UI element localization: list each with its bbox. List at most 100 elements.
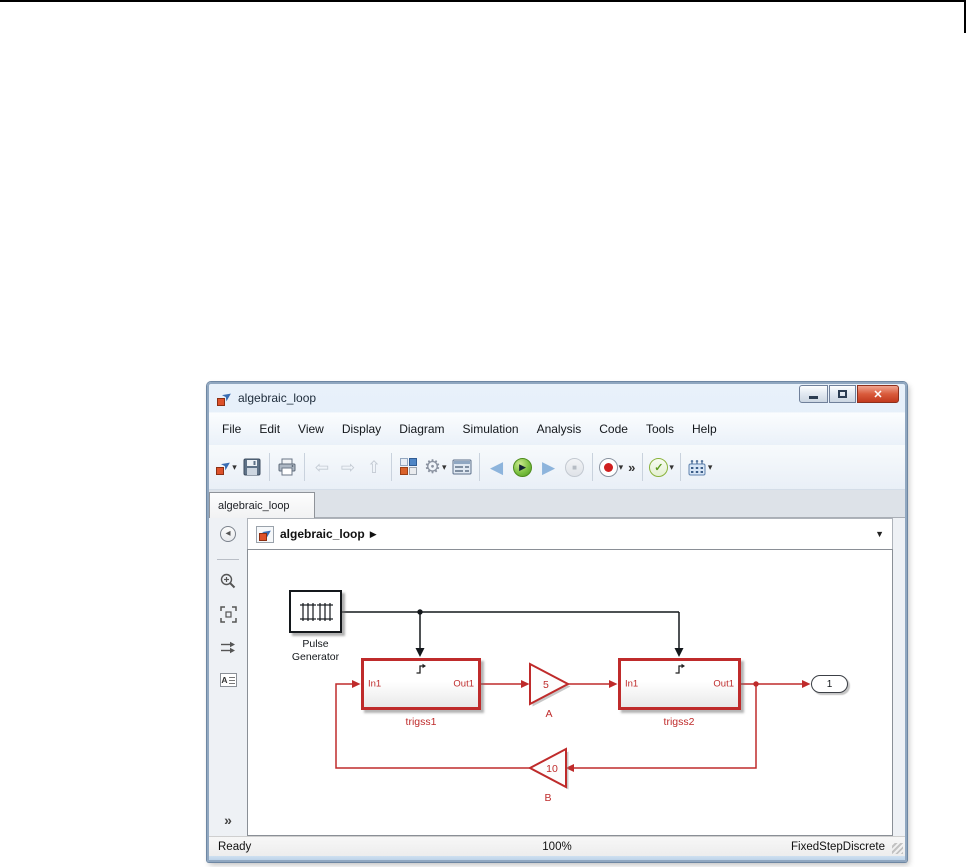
trigss2-label[interactable]: trigss2 xyxy=(639,716,719,729)
menu-tools[interactable]: Tools xyxy=(637,418,683,440)
tab-label: algebraic_loop xyxy=(218,499,290,512)
model-configuration-button[interactable] xyxy=(449,452,475,482)
status-bar: Ready 100% FixedStepDiscrete xyxy=(209,836,905,856)
trigss2-in1-port: In1 xyxy=(625,678,639,690)
menu-help[interactable]: Help xyxy=(683,418,726,440)
menu-file[interactable]: File xyxy=(213,418,250,440)
stop-button[interactable]: ■ xyxy=(562,452,588,482)
step-back-button[interactable]: ◀ xyxy=(484,452,510,482)
step-forward-button[interactable]: ▶ xyxy=(536,452,562,482)
pulse-generator-block[interactable] xyxy=(289,590,342,633)
configuration-table-icon xyxy=(452,459,472,475)
arrowhead-trigger1 xyxy=(415,648,425,657)
minimize-icon xyxy=(809,396,818,399)
maximize-icon xyxy=(838,390,847,398)
menu-code[interactable]: Code xyxy=(590,418,637,440)
annotation-button[interactable]: A xyxy=(215,667,241,693)
breadcrumb-left-cell: ◂ xyxy=(209,518,247,549)
breadcrumb-dropdown-icon[interactable]: ▼ xyxy=(875,529,884,539)
main-area: A » 5 10 Pulse Generator In1 Out1 trigss… xyxy=(209,549,905,836)
menu-simulation[interactable]: Simulation xyxy=(454,418,528,440)
tab-algebraic-loop[interactable]: algebraic_loop xyxy=(209,492,315,518)
menu-view[interactable]: View xyxy=(289,418,333,440)
gain-a-block[interactable]: 5 xyxy=(529,662,571,707)
gain-a-value: 5 xyxy=(543,679,549,691)
run-button[interactable]: ▶ xyxy=(510,452,536,482)
pulse-waveform-icon xyxy=(299,602,333,621)
breadcrumb[interactable]: ➤ algebraic_loop ▶ ▼ xyxy=(247,518,893,549)
outport-1-block[interactable]: 1 xyxy=(811,675,848,693)
forward-button[interactable]: ⇨ xyxy=(335,452,361,482)
schedule-caret-icon[interactable]: ▾ xyxy=(708,462,713,473)
annotation-icon: A xyxy=(219,673,237,687)
model-settings-caret-icon[interactable]: ▾ xyxy=(442,462,447,473)
library-browser-button[interactable] xyxy=(396,452,422,482)
zoom-in-button[interactable] xyxy=(215,568,241,594)
fit-to-view-button[interactable] xyxy=(215,601,241,627)
gain-b-label[interactable]: B xyxy=(528,792,568,805)
diagram-wires: 5 10 xyxy=(335,609,811,790)
diagram-canvas[interactable]: 5 10 Pulse Generator In1 Out1 trigss1 In… xyxy=(247,549,893,836)
menu-analysis[interactable]: Analysis xyxy=(528,418,591,440)
gain-b-block[interactable]: 10 xyxy=(527,747,569,790)
wire-branch-dot-pulse xyxy=(417,609,423,615)
palette-more-button[interactable]: » xyxy=(209,812,247,828)
resize-grip[interactable] xyxy=(892,843,903,854)
menu-display[interactable]: Display xyxy=(333,418,390,440)
run-icon: ▶ xyxy=(513,457,533,477)
save-button[interactable] xyxy=(239,452,265,482)
update-diagram-caret-icon[interactable]: ▾ xyxy=(669,462,674,473)
page-border-top xyxy=(0,0,966,2)
breadcrumb-model-name[interactable]: algebraic_loop xyxy=(280,527,365,541)
gain-a-label[interactable]: A xyxy=(529,708,569,721)
trigss1-label[interactable]: trigss1 xyxy=(381,716,461,729)
simulink-window: ➤ algebraic_loop ✕ File Edit View Displa… xyxy=(207,382,907,862)
breadcrumb-row: ◂ ➤ algebraic_loop ▶ ▼ xyxy=(209,518,905,549)
toolbar-overflow-chevron[interactable]: » xyxy=(628,460,635,475)
maximize-button[interactable] xyxy=(829,385,856,403)
arrowhead-trigger2 xyxy=(674,648,684,657)
trigss2-block[interactable]: In1 Out1 xyxy=(618,658,741,710)
step-forward-icon: ▶ xyxy=(542,457,556,477)
schedule-editor-button[interactable]: ▾ xyxy=(685,452,715,482)
new-model-icon: ➤ xyxy=(216,455,235,475)
print-button[interactable] xyxy=(274,452,300,482)
zoom-in-icon xyxy=(220,573,236,589)
schedule-grid-icon xyxy=(688,459,706,475)
back-icon: ⇦ xyxy=(314,457,330,477)
record-icon xyxy=(598,457,618,477)
trigger-port-icon xyxy=(673,662,686,680)
signal-routing-button[interactable] xyxy=(215,634,241,660)
menu-edit[interactable]: Edit xyxy=(250,418,289,440)
update-diagram-button[interactable]: ✓ ▾ xyxy=(647,452,676,482)
title-bar[interactable]: ➤ algebraic_loop ✕ xyxy=(209,384,905,412)
print-icon xyxy=(278,458,296,476)
explorer-bar-toggle[interactable]: ◂ xyxy=(220,525,236,542)
status-state: Ready xyxy=(218,840,252,853)
menu-bar: File Edit View Display Diagram Simulatio… xyxy=(209,412,905,445)
back-button[interactable]: ⇦ xyxy=(309,452,335,482)
trigss2-out1-port: Out1 xyxy=(713,678,734,690)
record-button[interactable]: ▾ xyxy=(597,452,626,482)
forward-icon: ⇨ xyxy=(340,457,356,477)
up-to-parent-button[interactable]: ⇧ xyxy=(361,452,387,482)
model-settings-button[interactable]: ⚙ ▾ xyxy=(422,452,449,482)
pulse-generator-label[interactable]: Pulse Generator xyxy=(268,638,363,663)
toolbar: ➤ ▾ ⇦ ⇨ ⇧ ⚙ ▾ ◀ ▶ ▶ ■ ▾ » ✓ ▾ ▾ xyxy=(209,445,905,490)
arrowhead-outport-in xyxy=(802,680,811,688)
minimize-button[interactable] xyxy=(799,385,828,403)
page-border-right xyxy=(964,0,966,33)
window-controls: ✕ xyxy=(799,385,899,403)
arrowhead-trigss1-in xyxy=(352,680,361,688)
library-browser-icon xyxy=(400,458,418,476)
record-caret-icon[interactable]: ▾ xyxy=(619,462,624,473)
palette-separator xyxy=(217,559,239,560)
arrowhead-gainA-in xyxy=(521,680,530,688)
menu-diagram[interactable]: Diagram xyxy=(390,418,453,440)
double-arrow-icon xyxy=(221,641,235,653)
trigss1-block[interactable]: In1 Out1 xyxy=(361,658,481,710)
wire-branch-dot-feedback xyxy=(753,681,759,687)
tab-bar: algebraic_loop xyxy=(209,490,905,518)
new-model-button[interactable]: ➤ ▾ xyxy=(213,452,239,482)
close-button[interactable]: ✕ xyxy=(857,385,899,403)
